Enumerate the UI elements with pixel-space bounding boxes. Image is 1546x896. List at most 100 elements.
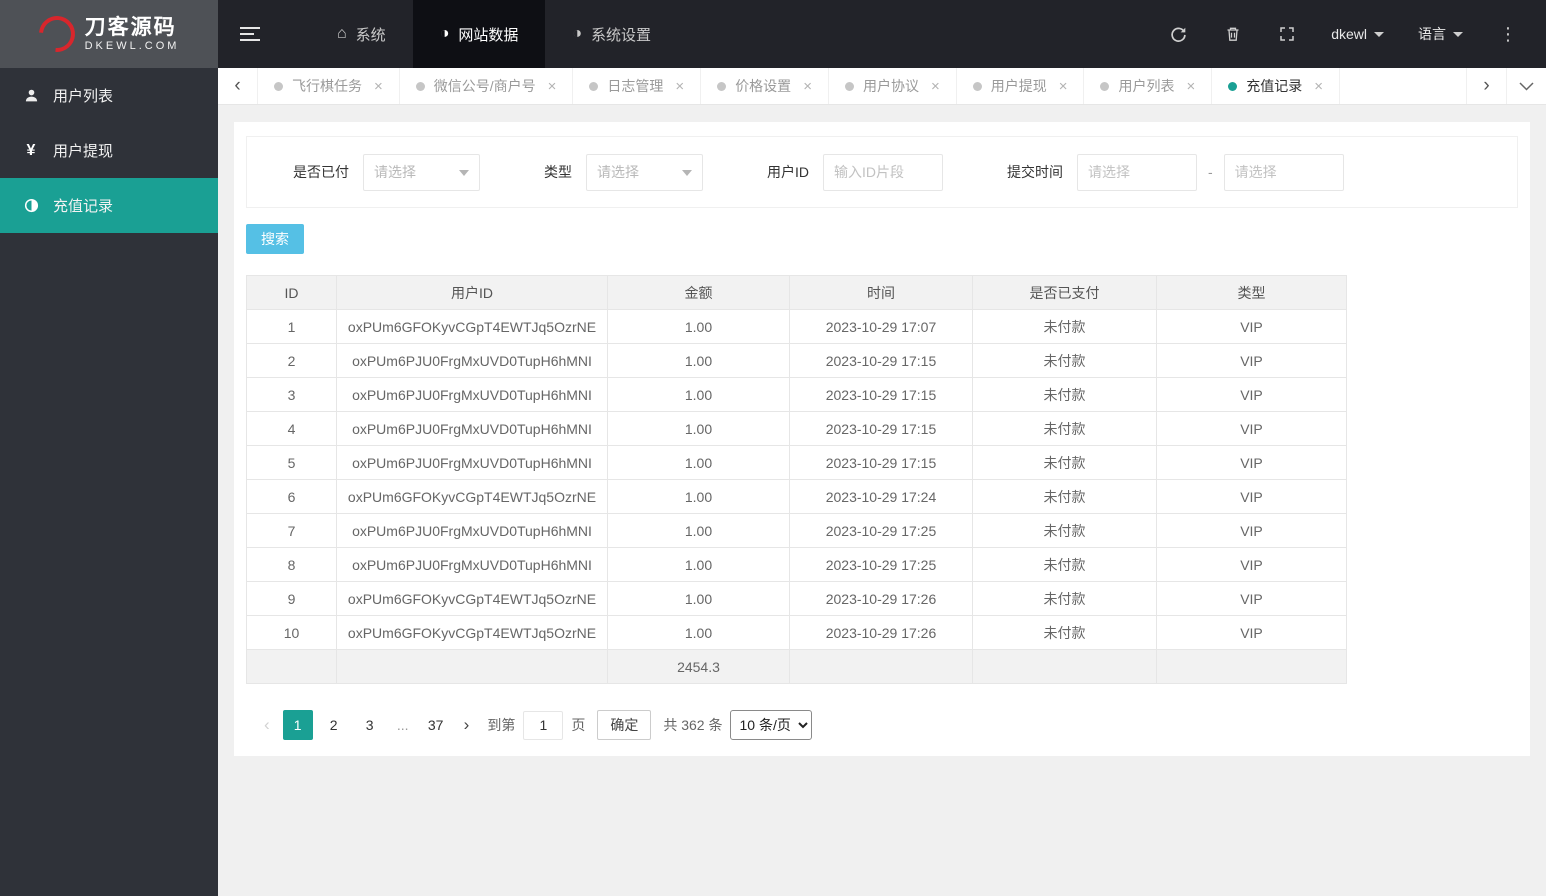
language-menu[interactable]: 语言 <box>1401 24 1480 44</box>
tab-close-icon[interactable]: × <box>803 78 812 95</box>
filter-time-group: 提交时间 - <box>1007 153 1344 191</box>
data-icon: ◑ <box>439 25 450 42</box>
nav-item-site-data[interactable]: ◑ 网站数据 <box>412 0 546 68</box>
table-cell: 未付款 <box>972 581 1157 616</box>
filter-paid-select[interactable]: 请选择 <box>363 153 480 191</box>
table-cell: 未付款 <box>972 377 1157 412</box>
user-menu[interactable]: dkewl <box>1314 26 1401 42</box>
table-cell: 10 <box>246 615 337 650</box>
table-cell: oxPUm6GFOKyvCGpT4EWTJq5OzrNE <box>336 479 608 514</box>
logo[interactable]: 刀客源码 DKEWL.COM <box>0 0 218 68</box>
sidebar-item-user-list[interactable]: 用户列表 <box>0 68 218 123</box>
tab-close-icon[interactable]: × <box>374 78 383 95</box>
caret-down-icon <box>1453 31 1463 37</box>
table-cell: oxPUm6PJU0FrgMxUVD0TupH6hMNI <box>336 547 608 582</box>
trash-icon[interactable] <box>1206 26 1260 42</box>
table-cell: oxPUm6PJU0FrgMxUVD0TupH6hMNI <box>336 513 608 548</box>
tabs-menu-button[interactable] <box>1506 68 1546 104</box>
tab-label: 日志管理 <box>607 78 664 94</box>
tab-label: 充值记录 <box>1246 78 1303 94</box>
settings-icon: ◑ <box>572 25 583 42</box>
username: dkewl <box>1331 26 1367 42</box>
table-cell: 2023-10-29 17:15 <box>789 411 973 446</box>
tab-4[interactable]: 价格设置 × <box>701 68 829 104</box>
sidebar-item-recharge-records[interactable]: 充值记录 <box>0 178 218 233</box>
filter-time-label: 提交时间 <box>1007 164 1063 180</box>
tab-label: 价格设置 <box>735 78 792 94</box>
table-cell: 1.00 <box>607 445 790 480</box>
table-row: 4 oxPUm6PJU0FrgMxUVD0TupH6hMNI 1.00 2023-10… <box>246 411 1347 446</box>
page-button[interactable]: 3 <box>355 710 385 740</box>
tab-dot-icon <box>1100 81 1110 91</box>
pagination-pages: 1 2 3... 37 <box>280 710 454 740</box>
user-icon <box>22 88 40 103</box>
menu-collapse-icon[interactable] <box>218 0 282 68</box>
time-start-input[interactable] <box>1077 153 1197 191</box>
fullscreen-icon[interactable] <box>1260 26 1314 42</box>
tab-close-icon[interactable]: × <box>548 78 557 95</box>
tab-7[interactable]: 用户列表 × <box>1084 68 1213 104</box>
table-cell: 1.00 <box>607 547 790 582</box>
table-cell: 9 <box>246 581 337 616</box>
time-end-input[interactable] <box>1223 153 1344 191</box>
refresh-icon[interactable] <box>1151 26 1206 43</box>
table-row: 3 oxPUm6PJU0FrgMxUVD0TupH6hMNI 1.00 2023-10… <box>246 377 1347 412</box>
page-button[interactable]: 2 <box>319 710 349 740</box>
table-cell: oxPUm6GFOKyvCGpT4EWTJq5OzrNE <box>336 309 608 344</box>
goto-page-input[interactable] <box>523 710 564 740</box>
confirm-page-button[interactable]: 确定 <box>597 710 652 740</box>
tab-close-icon[interactable]: × <box>1314 78 1323 95</box>
tab-close-icon[interactable]: × <box>931 78 940 95</box>
records-table: ID 用户ID 金额 时间 是否已支付 类型 1 oxPUm6GFOKyvCGpT… <box>246 275 1347 684</box>
table-row: 1 oxPUm6GFOKyvCGpT4EWTJq5OzrNE 1.00 2023-10… <box>246 309 1347 344</box>
tab-bar: ‹ 飞行棋任务 × 微信公号/商户号 × 日志管理 × 价格设置 × 用户协议 × 用户提现 × 用户列… <box>218 68 1546 105</box>
table-cell: 2023-10-29 17:15 <box>789 377 973 412</box>
table-row: 2 oxPUm6PJU0FrgMxUVD0TupH6hMNI 1.00 2023-10… <box>246 343 1347 378</box>
tab-dot-icon <box>717 81 727 91</box>
tabs-scroll-right-button[interactable]: › <box>1466 68 1506 104</box>
main-content: 是否已付 请选择 类型 请选择 用户ID 输入ID片段 提交时间 请选择 - 请… <box>218 105 1546 896</box>
table-cell: 未付款 <box>972 309 1157 344</box>
more-icon[interactable]: ⋮ <box>1480 24 1536 45</box>
tab-close-icon[interactable]: × <box>675 78 684 95</box>
page-button[interactable]: 37 <box>421 710 451 740</box>
table-cell: 5 <box>246 445 337 480</box>
filter-type-select[interactable]: 请选择 <box>586 153 703 191</box>
table-cell: 1.00 <box>607 513 790 548</box>
col-header-type: 类型 <box>1156 275 1347 310</box>
nav-item-system[interactable]: ⌂ 系统 <box>310 0 413 68</box>
table-cell: 2023-10-29 17:26 <box>789 581 973 616</box>
tab-close-icon[interactable]: × <box>1059 78 1068 95</box>
tab-6[interactable]: 用户提现 × <box>957 68 1085 104</box>
select-value: 请选择 <box>374 164 416 180</box>
tabs-scroll-left-button[interactable]: ‹ <box>218 68 258 104</box>
tab-label: 微信公号/商户号 <box>433 78 536 94</box>
userid-input[interactable] <box>823 153 943 191</box>
tab-8[interactable]: 充值记录 × <box>1212 68 1341 104</box>
tab-label: 用户协议 <box>862 78 919 94</box>
tab-5[interactable]: 用户协议 × <box>829 68 957 104</box>
tab-3[interactable]: 日志管理 × <box>573 68 702 104</box>
table-cell: 2 <box>246 343 337 378</box>
per-page-select[interactable]: 10 条/页 <box>730 710 813 740</box>
sidebar-item-user-withdraw[interactable]: ¥ 用户提现 <box>0 123 218 178</box>
table-cell: 2023-10-29 17:25 <box>789 547 973 582</box>
tab-close-icon[interactable]: × <box>1186 78 1195 95</box>
filter-panel: 是否已付 请选择 类型 请选择 用户ID 输入ID片段 提交时间 请选择 - 请… <box>246 136 1518 208</box>
prev-page-button[interactable]: ‹ <box>254 715 280 735</box>
next-page-button[interactable]: › <box>454 715 480 735</box>
chevron-down-icon <box>682 169 692 176</box>
filter-type-label: 类型 <box>544 164 572 180</box>
tab-1[interactable]: 飞行棋任务 × <box>258 68 400 104</box>
tab-2[interactable]: 微信公号/商户号 × <box>400 68 574 104</box>
table-cell: 2023-10-29 17:07 <box>789 309 973 344</box>
tab-label: 用户列表 <box>1118 78 1175 94</box>
table-cell: VIP <box>1156 445 1347 480</box>
nav-item-system-settings[interactable]: ◑ 系统设置 <box>545 0 678 68</box>
table-header-row: ID 用户ID 金额 时间 是否已支付 类型 <box>246 275 1347 310</box>
total-count-label: 共 362 条 <box>663 717 723 733</box>
search-button[interactable]: 搜索 <box>246 224 304 254</box>
tab-label: 用户提现 <box>990 78 1047 94</box>
table-cell: VIP <box>1156 479 1347 514</box>
page-button[interactable]: 1 <box>282 710 313 740</box>
